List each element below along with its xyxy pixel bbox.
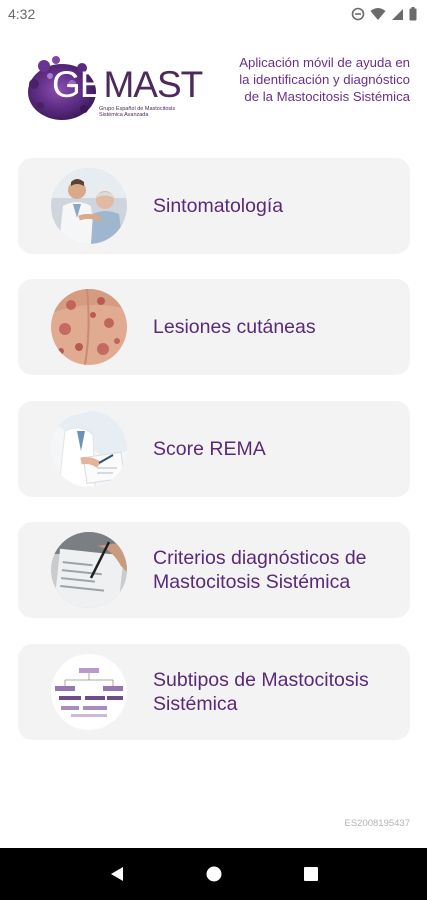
- menu-item-label: Lesiones cutáneas: [153, 316, 316, 338]
- flowchart-diagram-thumbnail: [51, 654, 127, 730]
- recents-icon: [303, 867, 318, 881]
- doctor-patient-photo: [51, 168, 127, 244]
- status-bar: 4:32: [0, 0, 427, 28]
- menu-item-lesiones-cutaneas[interactable]: Lesiones cutáneas: [18, 279, 410, 375]
- wifi-icon: [370, 7, 386, 21]
- home-icon: [206, 866, 221, 882]
- menu-item-criterios-diagnosticos[interactable]: Criterios diagnósticos de Mastocitosis S…: [18, 522, 410, 618]
- menu-item-label: Subtipos de Mastocitosis Sistémica: [153, 669, 369, 715]
- menu-item-label: Score REMA: [153, 438, 266, 460]
- recents-button[interactable]: [291, 854, 331, 894]
- hand-writing-form-photo: [51, 532, 127, 608]
- logo-ge: GE: [52, 64, 104, 105]
- logo-subtitle: Grupo Español de Mastocitosis Sistémica …: [99, 106, 209, 118]
- footer-code: ES2008195437: [344, 818, 410, 829]
- status-time: 4:32: [8, 6, 36, 22]
- menu-item-score-rema[interactable]: Score REMA: [18, 401, 410, 497]
- status-icons: [351, 7, 417, 21]
- menu-item-subtipos[interactable]: Subtipos de Mastocitosis Sistémica: [18, 644, 410, 740]
- home-button[interactable]: [194, 854, 234, 894]
- gemast-logo: GEMAST Grupo Español de Mastocitosis Sis…: [22, 54, 207, 124]
- doctor-writing-photo: [51, 411, 127, 487]
- menu-item-label: Sintomatología: [153, 195, 284, 217]
- menu-item-label: Criterios diagnósticos de Mastocitosis S…: [153, 547, 367, 593]
- logo-mast: MAST: [103, 64, 203, 105]
- signal-icon: [391, 8, 404, 21]
- battery-icon: [409, 7, 417, 21]
- header: GEMAST Grupo Español de Mastocitosis Sis…: [0, 44, 427, 134]
- menu-item-sintomatologia[interactable]: Sintomatología: [18, 158, 410, 254]
- app-tagline: Aplicación móvil de ayuda en la identifi…: [239, 55, 410, 104]
- skin-lesions-photo: [51, 289, 127, 365]
- system-nav-bar: [0, 848, 427, 900]
- logo-subtitle-line2: Sistémica Avanzada: [99, 112, 149, 118]
- do-not-disturb-icon: [351, 7, 365, 21]
- back-icon: [110, 867, 123, 881]
- logo-wordmark: GEMAST: [52, 64, 203, 105]
- back-button[interactable]: [97, 854, 137, 894]
